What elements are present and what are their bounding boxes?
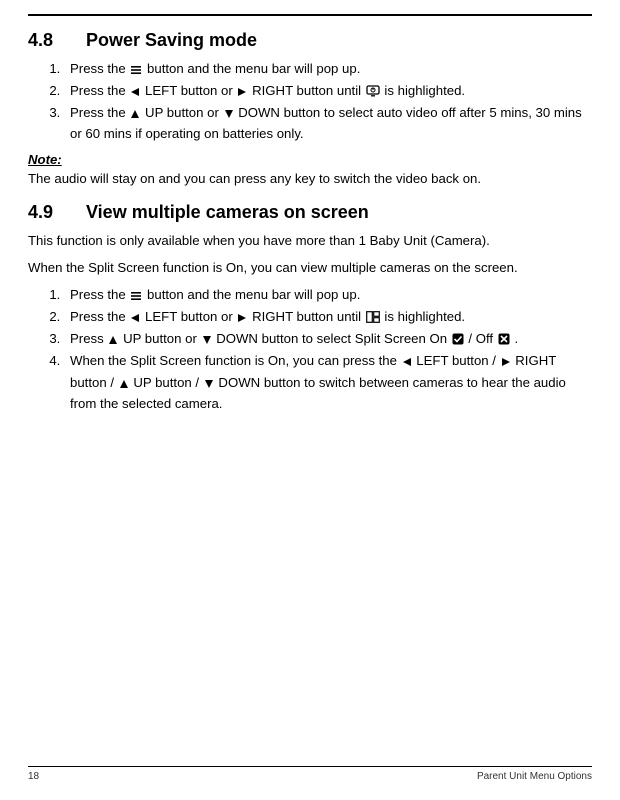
down-arrow-icon [202, 331, 212, 350]
up-arrow-icon [108, 331, 118, 350]
x-off-icon [498, 331, 510, 350]
step-text: UP button or [145, 105, 222, 120]
step-3: Press UP button or DOWN button to select… [64, 329, 592, 350]
step-text: DOWN button to select Split Screen On [216, 331, 451, 346]
video-power-icon [366, 83, 380, 102]
step-1: Press the button and the menu bar will p… [64, 59, 592, 80]
step-text: Press the [70, 83, 129, 98]
step-text: RIGHT button until [252, 309, 365, 324]
step-text: . [514, 331, 518, 346]
note-label: Note: [28, 152, 592, 167]
step-4: When the Split Screen function is On, yo… [64, 351, 592, 412]
step-2: Press the LEFT button or RIGHT button un… [64, 307, 592, 328]
section-number: 4.8 [28, 30, 86, 51]
step-text: RIGHT button until [252, 83, 365, 98]
check-on-icon [452, 331, 464, 350]
menu-icon [130, 287, 142, 306]
note-body: The audio will stay on and you can press… [28, 169, 592, 188]
step-1: Press the button and the menu bar will p… [64, 285, 592, 306]
left-arrow-icon [130, 83, 140, 102]
step-text: / Off [468, 331, 496, 346]
step-text: UP button or [123, 331, 200, 346]
section-title: Power Saving mode [86, 30, 257, 50]
right-arrow-icon [501, 353, 511, 372]
up-arrow-icon [130, 105, 140, 124]
heading-4-8: 4.8Power Saving mode [28, 30, 592, 51]
step-text: Press the [70, 309, 129, 324]
step-text: Press the [70, 287, 129, 302]
step-text: Press the [70, 105, 129, 120]
intro-paragraph: This function is only available when you… [28, 231, 592, 250]
top-rule [28, 14, 592, 16]
up-arrow-icon [119, 375, 129, 394]
step-text: UP button / [133, 375, 202, 390]
steps-4-8: Press the button and the menu bar will p… [28, 59, 592, 144]
right-arrow-icon [237, 309, 247, 328]
step-text: button and the menu bar will pop up. [147, 61, 360, 76]
page-footer: 18 Parent Unit Menu Options [28, 766, 592, 782]
heading-4-9: 4.9View multiple cameras on screen [28, 202, 592, 223]
step-text: LEFT button or [145, 309, 236, 324]
page-number: 18 [28, 771, 39, 782]
down-arrow-icon [224, 105, 234, 124]
step-text: LEFT button or [145, 83, 236, 98]
menu-icon [130, 61, 142, 80]
step-text: Press [70, 331, 104, 346]
left-arrow-icon [402, 353, 412, 372]
step-text: When the Split Screen function is On, yo… [70, 353, 401, 368]
chapter-title: Parent Unit Menu Options [477, 771, 592, 782]
intro-paragraph: When the Split Screen function is On, yo… [28, 258, 592, 277]
step-text: button and the menu bar will pop up. [147, 287, 360, 302]
section-title: View multiple cameras on screen [86, 202, 369, 222]
step-text: is highlighted. [384, 83, 465, 98]
left-arrow-icon [130, 309, 140, 328]
right-arrow-icon [237, 83, 247, 102]
steps-4-9: Press the button and the menu bar will p… [28, 285, 592, 413]
step-text: Press the [70, 61, 129, 76]
step-text: LEFT button / [416, 353, 499, 368]
section-number: 4.9 [28, 202, 86, 223]
step-2: Press the LEFT button or RIGHT button un… [64, 81, 592, 102]
down-arrow-icon [204, 375, 214, 394]
step-3: Press the UP button or DOWN button to se… [64, 103, 592, 143]
step-text: is highlighted. [384, 309, 465, 324]
split-screen-icon [366, 309, 380, 328]
